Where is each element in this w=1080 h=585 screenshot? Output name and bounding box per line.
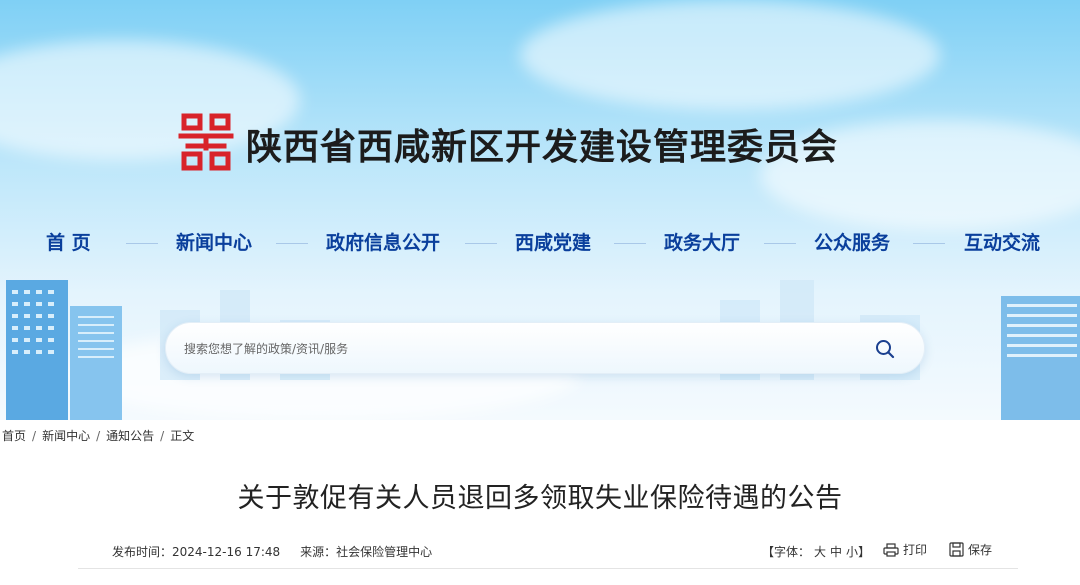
breadcrumb-news-center-link[interactable]: 新闻中心	[42, 429, 90, 443]
nav-item-home[interactable]: 首 页	[46, 228, 91, 255]
meta-divider	[78, 568, 1018, 569]
nav-item-party-building[interactable]: 西咸党建	[515, 228, 591, 255]
nav-separator	[465, 243, 497, 244]
font-size-controls: 【字体：大中小】	[762, 543, 870, 560]
nav-item-gov-info-disclosure[interactable]: 政府信息公开	[326, 228, 440, 255]
breadcrumb-separator: /	[32, 429, 37, 443]
buildings-left-illustration	[6, 280, 122, 420]
site-logo-icon[interactable]	[178, 112, 234, 174]
search-icon[interactable]	[874, 338, 896, 360]
main-nav: 首 页 新闻中心 政府信息公开 西咸党建 政务大厅 公众服务 互动交流	[0, 228, 1080, 258]
source-label: 来源：	[300, 545, 337, 559]
nav-separator	[764, 243, 796, 244]
search-input[interactable]	[182, 337, 846, 361]
nav-separator	[614, 243, 646, 244]
article-title: 关于敦促有关人员退回多领取失业保险待遇的公告	[237, 483, 843, 514]
font-size-medium-button[interactable]: 中	[830, 545, 842, 559]
site-title[interactable]: 陕西省西咸新区开发建设管理委员会	[246, 118, 838, 170]
font-size-label: 【字体：	[762, 545, 811, 559]
font-size-small-button[interactable]: 小	[846, 545, 858, 559]
article-meta: 发布时间：2024-12-16 17:48 来源：社会保险管理中心	[112, 543, 432, 560]
nav-separator	[913, 243, 945, 244]
print-label: 打印	[903, 543, 928, 557]
nav-item-service-hall[interactable]: 政务大厅	[664, 228, 740, 255]
breadcrumb-notices-link[interactable]: 通知公告	[106, 429, 154, 443]
breadcrumb-separator: /	[96, 429, 101, 443]
buildings-right-illustration	[1001, 296, 1080, 420]
cloud-decoration	[520, 0, 940, 110]
published-label: 发布时间：	[112, 545, 173, 559]
save-label: 保存	[968, 543, 993, 557]
breadcrumb: 首页 / 新闻中心 / 通知公告 / 正文	[2, 427, 194, 444]
save-icon	[949, 542, 964, 557]
nav-item-news-center[interactable]: 新闻中心	[176, 228, 252, 255]
font-size-large-button[interactable]: 大	[814, 545, 826, 559]
nav-item-interaction[interactable]: 互动交流	[964, 228, 1040, 255]
nav-separator	[126, 243, 158, 244]
nav-separator	[276, 243, 308, 244]
breadcrumb-separator: /	[160, 429, 165, 443]
breadcrumb-current: 正文	[170, 429, 195, 443]
print-button[interactable]: 打印	[883, 541, 927, 558]
save-button[interactable]: 保存	[949, 541, 992, 558]
published-value: 2024-12-16 17:48	[172, 545, 281, 559]
header-banner: 陕西省西咸新区开发建设管理委员会 首 页 新闻中心 政府信息公开 西咸党建 政务…	[0, 0, 1080, 420]
breadcrumb-home-link[interactable]: 首页	[2, 429, 26, 443]
font-size-bracket: 】	[858, 545, 871, 559]
source-value: 社会保险管理中心	[336, 545, 433, 559]
printer-icon	[883, 543, 899, 557]
nav-item-public-service[interactable]: 公众服务	[814, 228, 890, 255]
search-bar	[165, 322, 925, 374]
